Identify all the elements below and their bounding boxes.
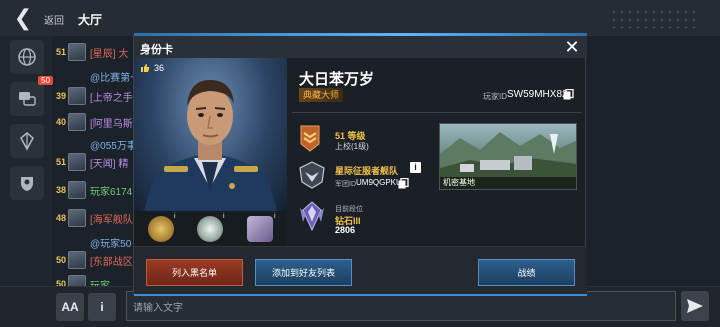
list-item[interactable]: 48 [海军舰队 [52, 208, 142, 228]
info-button[interactable]: i [88, 293, 116, 321]
blacklist-button[interactable]: 列入黑名单 [146, 259, 243, 286]
season-score: 2806 [335, 225, 356, 235]
avatar [68, 153, 86, 171]
divider [292, 112, 582, 113]
level-text: 40 [55, 117, 66, 127]
title-badge: 典藏大师 [299, 88, 344, 102]
fleet-emblem-icon[interactable] [297, 160, 327, 190]
avatar [68, 113, 86, 131]
dialog-footer: 列入黑名单 添加到好友列表 战绩 [134, 246, 587, 296]
silver-medal-icon[interactable] [197, 216, 223, 242]
likes-counter[interactable]: 36 [140, 63, 164, 73]
decorative-dots [610, 8, 700, 28]
list-item[interactable]: 38 玩家6174 [52, 180, 142, 200]
back-arrow-icon[interactable]: ❮ [10, 5, 36, 30]
send-icon [687, 299, 703, 313]
fleet-id-label: 军团ID [335, 181, 356, 188]
add-friend-button[interactable]: 添加到好友列表 [255, 259, 352, 286]
copy-icon[interactable] [398, 178, 409, 189]
chat-bubbles-icon[interactable] [10, 82, 44, 116]
season-label: 目前段位 [335, 206, 363, 213]
medal-info-icon[interactable]: i [223, 213, 225, 220]
diamond-rank-icon [300, 201, 324, 232]
officer-portrait-image [144, 80, 277, 211]
list-item[interactable]: 51 [天闻] 精 [52, 152, 142, 172]
sender-name: 玩家6174 [90, 186, 133, 198]
dialog-bottom-accent [134, 294, 587, 296]
likes-count: 36 [154, 63, 165, 73]
level-text: 48 [55, 213, 66, 223]
player-id-label: 玩家ID [483, 92, 507, 101]
gold-medal-icon[interactable] [148, 216, 174, 242]
rank-title: 上校(1级) [335, 142, 369, 151]
avatar [68, 251, 86, 269]
avatar [68, 43, 86, 61]
fleet-id-value: UM9QGPKU [356, 178, 402, 187]
avatar [68, 209, 86, 227]
id-card-dialog: 身份卡 ✕ 36 i i i 大日苯万岁 典藏大师 玩家ID SW59MHX82… [133, 33, 587, 296]
globe-icon[interactable] [10, 40, 44, 74]
base-caption: 机密基地 [440, 177, 576, 189]
hall-tab[interactable]: 大厅 [70, 10, 110, 29]
level-text: 38 [55, 185, 66, 195]
send-button[interactable] [681, 291, 709, 321]
player-id-value: SW59MHX82 [507, 89, 568, 100]
avatar [68, 181, 86, 199]
sender-name: [阿里乌斯 [90, 118, 133, 130]
sender-name: [上帝之手 [90, 92, 133, 104]
secret-base-image[interactable]: 机密基地 [439, 123, 577, 190]
sender-name: @055万事 [90, 140, 137, 152]
player-name: 大日苯万岁 [299, 71, 375, 88]
copy-icon[interactable] [563, 89, 574, 100]
side-rail: 50 [0, 36, 53, 286]
level-text: 50 [55, 255, 66, 265]
sender-name: [海军舰队 [90, 214, 133, 226]
font-size-button[interactable]: AA [56, 293, 84, 321]
level-text: 51 [55, 157, 66, 167]
list-item[interactable]: 50 [东部战区 [52, 250, 142, 270]
rank-chevron-icon [300, 125, 320, 152]
alliance-emblem-icon[interactable] [10, 124, 44, 158]
chat-list: 51 [星辰] 大 @比赛第一 39 [上帝之手 40 [阿里乌斯 @055万事 51… [52, 36, 142, 293]
close-icon[interactable]: ✕ [563, 38, 581, 56]
list-item[interactable]: @比赛第一 [52, 66, 142, 86]
dialog-title: 身份卡 [140, 44, 173, 56]
unread-badge: 50 [38, 76, 53, 85]
sender-name: [星辰] 大 [90, 48, 129, 60]
purple-emblem-icon[interactable] [247, 216, 273, 242]
list-item[interactable]: 51 [星辰] 大 [52, 42, 142, 62]
list-item[interactable]: 40 [阿里乌斯 [52, 112, 142, 132]
list-item[interactable]: @055万事 [52, 134, 142, 154]
list-item[interactable]: @玩家50 [52, 232, 142, 252]
thumbs-up-icon [141, 64, 150, 72]
info-icon[interactable]: i [410, 162, 421, 173]
crest-icon[interactable] [10, 166, 44, 200]
back-tab[interactable]: 返回 [38, 10, 70, 29]
medal-info-icon[interactable]: i [174, 213, 176, 220]
sender-name: @玩家50 [90, 238, 132, 250]
level-text: 51 [55, 47, 66, 57]
dialog-header: 身份卡 ✕ [134, 36, 587, 58]
player-portrait[interactable]: 36 [134, 58, 287, 211]
sender-name: [东部战区 [90, 256, 133, 268]
sender-name: [天闻] 精 [90, 158, 129, 170]
medal-strip: i i i [134, 211, 287, 247]
list-item[interactable]: 39 [上帝之手 [52, 86, 142, 106]
top-bar: ❮ 返回 大厅 [0, 0, 720, 36]
medal-info-icon[interactable]: i [274, 213, 276, 220]
fleet-name[interactable]: 星际征服者舰队 [335, 164, 398, 177]
level-text: 39 [55, 91, 66, 101]
battle-record-button[interactable]: 战绩 [478, 259, 575, 286]
avatar [68, 87, 86, 105]
